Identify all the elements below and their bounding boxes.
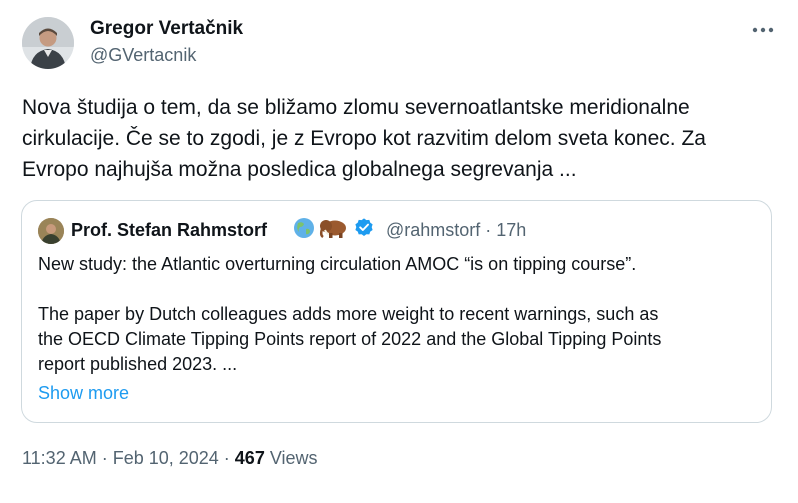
quoted-author-photo [38,218,64,244]
more-dots-icon [752,27,774,33]
more-options-button[interactable] [748,18,778,42]
quoted-author-badges [293,217,375,239]
mammoth-icon [319,220,346,239]
quoted-author-name[interactable]: Prof. Stefan Rahmstorf [71,220,267,241]
tweet: Gregor Vertačnik @GVertacnik Nova študij… [0,0,798,503]
quoted-author-avatar[interactable] [38,218,64,244]
quoted-tweet[interactable]: Prof. Stefan Rahmstorf @rahmstorf · 17h … [21,200,772,423]
quoted-handle-time: @rahmstorf · 17h [386,220,527,240]
author-avatar[interactable] [22,17,74,69]
earth-globe-icon [294,218,314,238]
author-photo [22,17,74,69]
show-more-link[interactable]: Show more [38,383,129,404]
tweet-text: Nova študija o tem, da se bližamo zlomu … [22,96,706,181]
views-count: 467 [234,448,265,468]
quoted-tweet-text: New study: the Atlantic overturning circ… [38,254,662,374]
author-name[interactable]: Gregor Vertačnik [90,18,243,40]
tweet-meta: 11:32 AM · Feb 10, 2024 · 467 Views [22,448,318,469]
tweet-timestamp[interactable]: 11:32 AM · Feb 10, 2024 · [22,448,235,468]
author-handle[interactable]: @GVertacnik [90,45,196,66]
verified-badge-icon [355,218,373,236]
views-label: Views [264,448,318,468]
